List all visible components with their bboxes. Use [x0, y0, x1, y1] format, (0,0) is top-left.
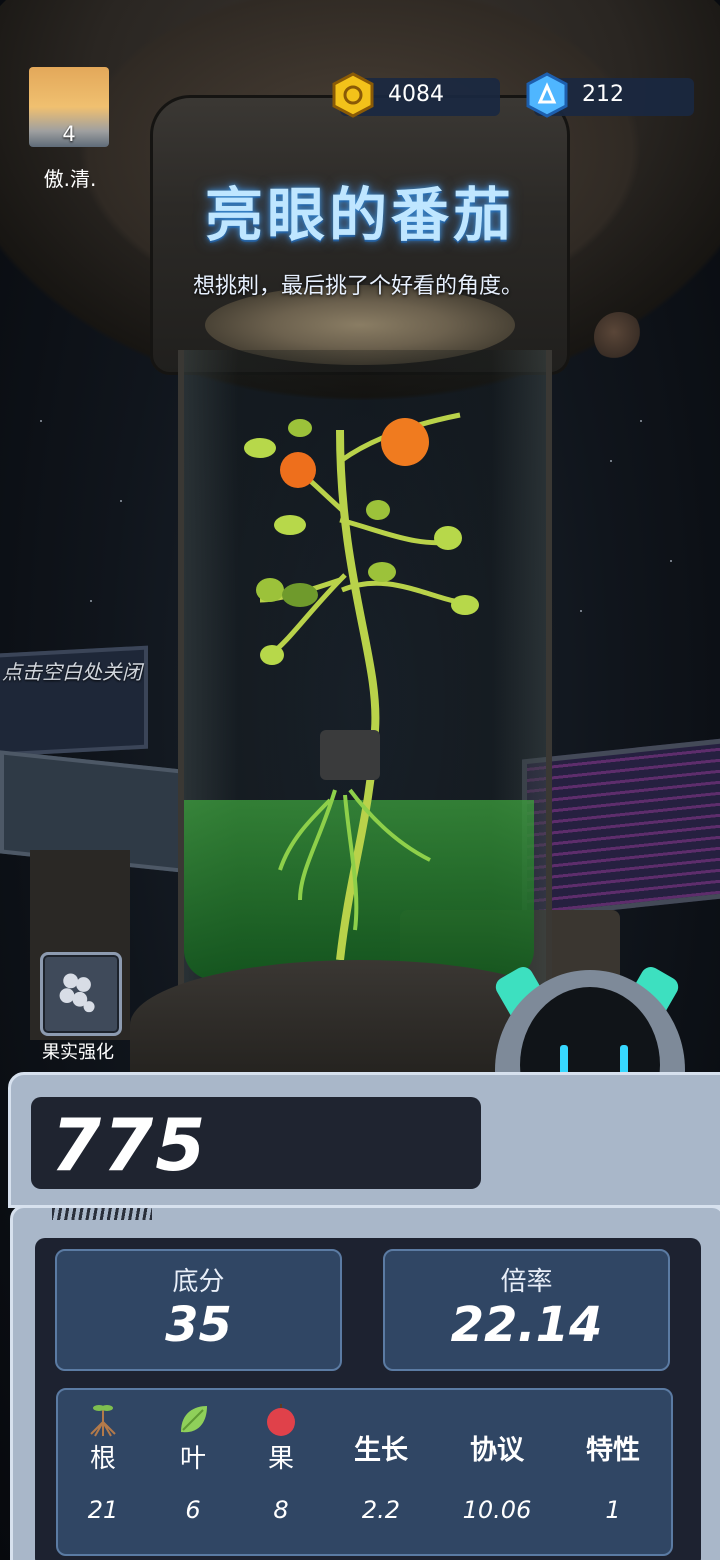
- plant-description: 想挑刺，最后挑了个好看的角度。: [192, 274, 523, 299]
- tomato-icon: [267, 1404, 295, 1436]
- growth-value: 2.2: [361, 1496, 401, 1524]
- close-hint[interactable]: 点击空白处关闭: [2, 656, 142, 685]
- multiplier-label: 倍率: [500, 1267, 553, 1297]
- player-level: 4: [62, 122, 76, 146]
- multiplier-value: 22.14: [450, 1297, 603, 1353]
- attribute-table: 根 21 叶 6 果 8 生长 2.2 协议 10.06 特性 1: [56, 1388, 673, 1556]
- star: [120, 500, 122, 502]
- blue-gem-icon: [526, 72, 568, 118]
- fruit-value: 8: [273, 1496, 289, 1524]
- game-scene[interactable]: 4 傲.清. 4084 212 亮眼的番茄 想挑刺，最后挑了个好看的角度。 点击…: [0, 0, 720, 1560]
- root-label: 根: [89, 1444, 116, 1474]
- panel-vent: [52, 1208, 152, 1220]
- tomato-plant: [244, 412, 479, 960]
- leaf-label: 叶: [179, 1444, 206, 1474]
- root-icon: [90, 1405, 116, 1437]
- total-score-box: 775: [31, 1097, 481, 1189]
- multiplier-box: 倍率 22.14: [383, 1249, 670, 1371]
- fruit-label: 果: [267, 1444, 294, 1474]
- trait-label: 特性: [586, 1435, 640, 1466]
- star: [640, 420, 642, 422]
- fruit-boost-button[interactable]: [40, 952, 122, 1036]
- star: [610, 460, 612, 462]
- star: [40, 420, 42, 422]
- plant-title: 亮眼的番茄: [204, 181, 515, 249]
- protocol-value: 10.06: [462, 1496, 532, 1524]
- gem-value: 212: [582, 82, 624, 107]
- gold-value: 4084: [388, 82, 444, 107]
- gem-counter[interactable]: 212: [526, 72, 694, 118]
- root-value: 21: [87, 1496, 119, 1524]
- gold-counter[interactable]: 4084: [332, 72, 500, 118]
- berry-cluster-icon: [59, 973, 95, 1013]
- star: [580, 610, 582, 612]
- score-panel: 775: [8, 1072, 720, 1208]
- moon-icon[interactable]: [594, 312, 644, 362]
- total-score: 775: [51, 1103, 208, 1187]
- base-score-box: 底分 35: [55, 1249, 342, 1371]
- protocol-label: 协议: [470, 1435, 524, 1466]
- gold-coin-icon: [332, 72, 374, 118]
- base-score-label: 底分: [172, 1267, 225, 1297]
- star: [90, 600, 92, 602]
- base-score-value: 35: [165, 1297, 232, 1353]
- growth-label: 生长: [354, 1435, 408, 1466]
- trait-value: 1: [605, 1496, 621, 1524]
- star: [670, 560, 672, 562]
- leaf-value: 6: [185, 1496, 201, 1524]
- leaf-icon: [181, 1406, 207, 1433]
- fruit-boost-label: 果实强化: [42, 1042, 114, 1063]
